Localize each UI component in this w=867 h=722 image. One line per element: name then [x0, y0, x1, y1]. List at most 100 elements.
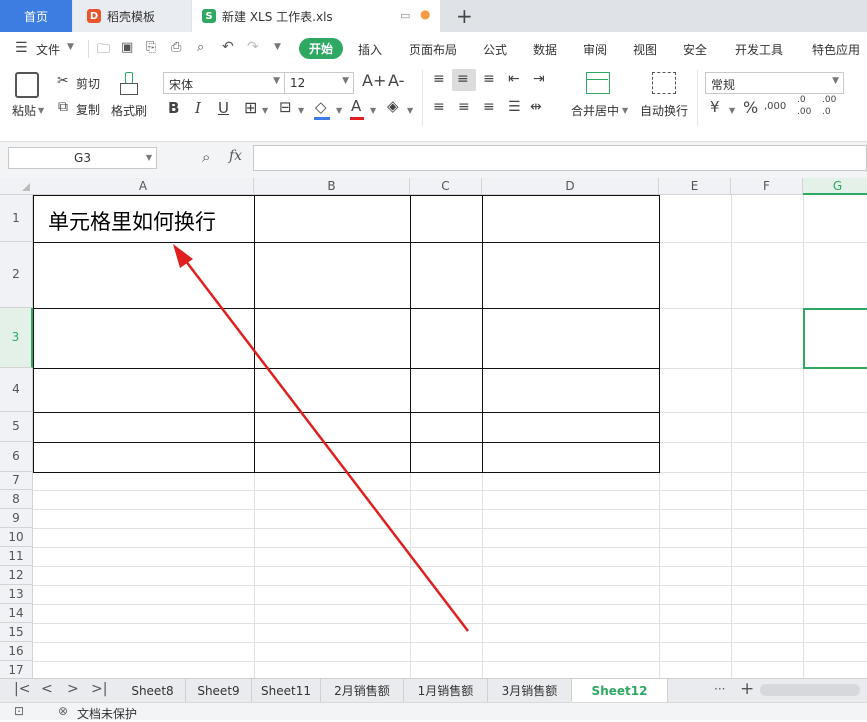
monitor-icon[interactable]: ▭ [400, 9, 410, 22]
sheet-tab-2[interactable]: Sheet11 [252, 679, 321, 702]
format-painter-icon[interactable] [120, 72, 138, 96]
prev-sheet-icon[interactable]: < [41, 681, 53, 697]
insert-function-icon[interactable]: fx [229, 148, 242, 164]
chevron-down-icon[interactable]: ▼ [67, 42, 74, 52]
document-tab-bar: 首页 D 稻壳模板 S 新建 XLS 工作表.xls ▭ ● + [0, 0, 867, 32]
indent-increase-icon[interactable]: ⇥ [533, 72, 545, 86]
spreadsheet-grid[interactable]: ABCDEFG 1 2 3 4 5 6 7 8 9 10 11 12 13 14 15 16 17 单元格里如何… [0, 178, 867, 678]
underline-button[interactable]: U [218, 101, 229, 116]
align-top-icon[interactable]: ≡ [433, 72, 445, 86]
tab-home[interactable]: 首页 [0, 0, 72, 32]
hamburger-icon[interactable]: ☰ [15, 40, 28, 56]
formula-input[interactable] [253, 145, 867, 171]
sheet-tab-5[interactable]: 3月销售额 [488, 679, 572, 702]
protection-status[interactable]: 文档未保护 [77, 705, 137, 722]
shrink-font-icon[interactable]: A- [388, 73, 404, 89]
align-center-icon[interactable]: ≡ [458, 100, 470, 114]
add-sheet-icon[interactable]: + [740, 679, 754, 699]
tab-current-file[interactable]: S 新建 XLS 工作表.xls ▭ ● [192, 0, 440, 32]
align-left-icon[interactable]: ≡ [433, 100, 445, 114]
menu-review[interactable]: 审阅 [583, 41, 607, 58]
menu-special[interactable]: 特色应用 [812, 41, 860, 58]
align-bottom-icon[interactable]: ≡ [483, 72, 495, 86]
menu-formula[interactable]: 公式 [483, 41, 507, 58]
increase-decimal-icon-2[interactable]: .00 [797, 108, 811, 117]
redo-icon[interactable]: ↷ [247, 39, 259, 55]
sheet-tab-3[interactable]: 2月销售额 [321, 679, 404, 702]
save-icon[interactable]: ▣ [121, 40, 133, 55]
sheet-view-icon[interactable]: ⊡ [14, 704, 24, 718]
export-icon[interactable]: ⎘ [146, 40, 156, 55]
paste-icon[interactable] [15, 72, 39, 98]
new-tab-button[interactable]: + [456, 4, 473, 28]
menu-security[interactable]: 安全 [683, 41, 707, 58]
comma-style-icon[interactable]: ,000 [764, 102, 786, 112]
name-box[interactable]: G3 ▼ [8, 147, 157, 169]
menu-developer[interactable]: 开发工具 [735, 41, 783, 58]
eraser-icon[interactable]: ◈ [387, 99, 399, 114]
cell-style-icon[interactable]: ⊟ [279, 100, 292, 115]
copy-button[interactable]: 复制 [76, 101, 100, 118]
increase-decimal-icon[interactable]: .0 [797, 96, 806, 105]
menu-view[interactable]: 视图 [633, 41, 657, 58]
cell-style-dropdown-icon[interactable]: ▼ [298, 106, 304, 115]
cut-button[interactable]: 剪切 [76, 75, 100, 92]
fill-color-icon[interactable]: ◇ [315, 100, 327, 115]
merge-center-icon[interactable] [586, 72, 610, 94]
paste-dropdown-icon[interactable]: ▼ [38, 106, 44, 115]
last-sheet-icon[interactable]: >| [91, 681, 107, 697]
merge-center-button[interactable]: 合并居中 [571, 102, 619, 119]
sheet-tab-1[interactable]: Sheet9 [186, 679, 252, 702]
sheet-tab-4[interactable]: 1月销售额 [404, 679, 488, 702]
distributed-icon[interactable]: ⇹ [530, 100, 542, 114]
decrease-decimal-icon[interactable]: .00 [822, 96, 836, 105]
next-sheet-icon[interactable]: > [67, 681, 79, 697]
align-right-icon[interactable]: ≡ [483, 100, 495, 114]
open-folder-icon[interactable]: 🗀 [97, 40, 110, 62]
borders-icon[interactable]: ⊞ [244, 100, 257, 116]
currency-icon[interactable]: ¥ [710, 100, 720, 115]
sheet-tab-0[interactable]: Sheet8 [120, 679, 186, 702]
zoom-search-icon[interactable]: ⌕ [202, 148, 210, 166]
menu-home[interactable]: 开始 [299, 38, 343, 59]
currency-dropdown-icon[interactable]: ▼ [729, 106, 735, 115]
tab-template-label: 稻壳模板 [107, 9, 156, 24]
justify-icon[interactable]: ☰ [508, 100, 521, 114]
italic-button[interactable]: I [195, 101, 201, 116]
font-size-value: 12 [290, 76, 306, 90]
percent-button[interactable]: % [743, 100, 758, 116]
print-icon[interactable]: ⎙ [171, 40, 181, 55]
quick-access-dropdown-icon[interactable]: ▼ [274, 42, 281, 52]
font-size-select[interactable]: 12 ▼ [284, 72, 354, 94]
more-sheets-icon[interactable]: ··· [714, 682, 725, 696]
menu-page-layout[interactable]: 页面布局 [409, 41, 457, 58]
sheet-tab-6[interactable]: Sheet12 [572, 679, 668, 702]
wrap-text-icon[interactable] [652, 72, 676, 94]
horizontal-scrollbar[interactable] [760, 684, 860, 696]
menu-data[interactable]: 数据 [533, 41, 557, 58]
menu-insert[interactable]: 插入 [358, 41, 382, 58]
print-preview-icon[interactable]: ⌕ [197, 40, 204, 55]
align-middle-button[interactable]: ≡ [452, 69, 476, 91]
font-color-dropdown-icon[interactable]: ▼ [370, 106, 376, 115]
bold-button[interactable]: B [168, 101, 179, 116]
font-color-icon[interactable]: A [351, 99, 361, 114]
fill-color-dropdown-icon[interactable]: ▼ [336, 106, 342, 115]
number-format-select[interactable]: 常规 ▼ [705, 72, 844, 94]
indent-decrease-icon[interactable]: ⇤ [508, 72, 520, 86]
wrap-text-button[interactable]: 自动换行 [640, 102, 688, 119]
paste-button[interactable]: 粘贴 [12, 102, 36, 119]
merge-dropdown-icon[interactable]: ▼ [622, 106, 628, 115]
tab-template[interactable]: D 稻壳模板 [73, 0, 191, 32]
first-sheet-icon[interactable]: |< [14, 681, 30, 697]
menu-file[interactable]: 文件 [36, 41, 60, 58]
scissors-icon[interactable]: ✂ [57, 74, 69, 88]
clear-dropdown-icon[interactable]: ▼ [407, 106, 413, 115]
decrease-decimal-icon-2[interactable]: .0 [822, 108, 831, 117]
borders-dropdown-icon[interactable]: ▼ [262, 106, 268, 115]
grow-font-icon[interactable]: A+ [362, 73, 386, 89]
undo-icon[interactable]: ↶ [222, 39, 234, 55]
font-name-select[interactable]: 宋体 ▼ [163, 72, 285, 94]
format-painter-button[interactable]: 格式刷 [111, 102, 147, 119]
copy-icon[interactable]: ⧉ [58, 100, 68, 114]
